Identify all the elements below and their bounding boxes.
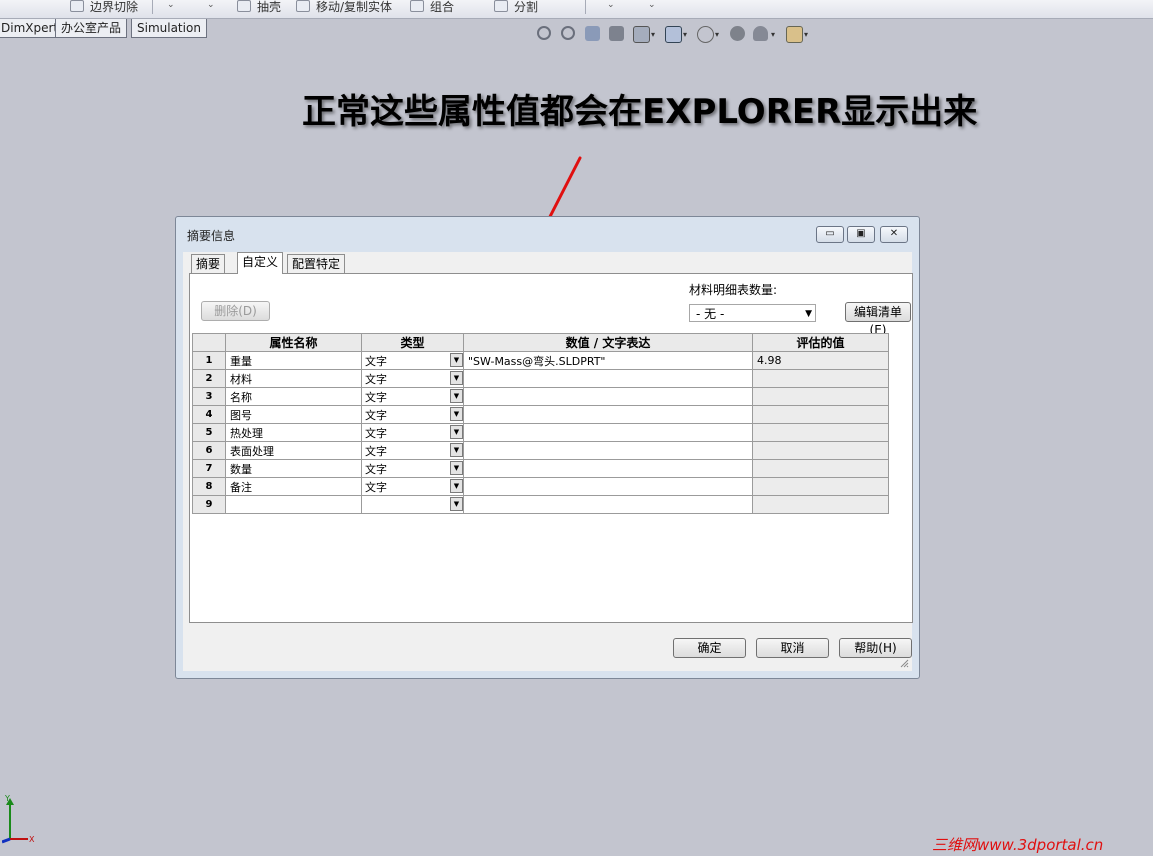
value-expression-cell[interactable] xyxy=(463,369,753,388)
coordinate-triad-icon: Y X xyxy=(2,795,35,844)
row-number[interactable]: 9 xyxy=(192,495,226,514)
property-name-cell[interactable]: 热处理 xyxy=(225,423,362,442)
dialog-title: 摘要信息 xyxy=(187,229,236,243)
table-row: 4 图号 文字 ▼ xyxy=(192,405,889,424)
property-name-cell[interactable]: 备注 xyxy=(225,477,362,496)
evaluated-value-cell xyxy=(752,495,889,514)
dropdown-arrow-icon[interactable]: ▼ xyxy=(450,461,463,475)
type-cell[interactable]: 文字 ▼ xyxy=(361,351,464,370)
value-expression-cell[interactable] xyxy=(463,405,753,424)
table-row: 8 备注 文字 ▼ xyxy=(192,477,889,496)
help-button[interactable]: 帮助(H) xyxy=(839,638,912,658)
evaluated-value-cell xyxy=(752,387,889,406)
properties-grid: 属性名称 类型 数值 / 文字表达 评估的值 1 重量 文字 ▼ "SW-Mass… xyxy=(192,333,889,514)
dialog-body: 摘要 自定义 配置特定 删除(D) 材料明细表数量: - 无 - ▼ 编辑清单(… xyxy=(183,252,913,671)
value-expression-cell[interactable] xyxy=(463,477,753,496)
value-expression-cell[interactable] xyxy=(463,495,753,514)
table-row: 1 重量 文字 ▼ "SW-Mass@弯头.SLDPRT" 4.98 xyxy=(192,351,889,370)
resize-grip-icon[interactable] xyxy=(899,658,909,668)
evaluated-value-cell xyxy=(752,369,889,388)
row-number[interactable]: 6 xyxy=(192,441,226,460)
bom-quantity-label: 材料明细表数量: xyxy=(689,283,778,297)
property-name-cell[interactable]: 名称 xyxy=(225,387,362,406)
summary-info-dialog: 摘要信息 ▭ ▣ ✕ 摘要 自定义 配置特定 删除(D) 材料明细表数量: - … xyxy=(175,216,920,679)
dropdown-arrow-icon[interactable]: ▼ xyxy=(450,389,463,403)
table-row: 9 ▼ xyxy=(192,495,889,514)
evaluated-value-cell xyxy=(752,423,889,442)
y-axis-label: Y xyxy=(4,795,10,803)
type-cell[interactable]: 文字 ▼ xyxy=(361,369,464,388)
row-number[interactable]: 5 xyxy=(192,423,226,442)
dropdown-arrow-icon[interactable]: ▼ xyxy=(450,443,463,457)
dropdown-arrow-icon[interactable]: ▼ xyxy=(450,407,463,421)
dropdown-arrow-icon[interactable]: ▼ xyxy=(450,353,463,367)
row-number[interactable]: 4 xyxy=(192,405,226,424)
property-name-cell[interactable]: 材料 xyxy=(225,369,362,388)
row-number[interactable]: 7 xyxy=(192,459,226,478)
custom-properties-panel: 删除(D) 材料明细表数量: - 无 - ▼ 编辑清单(E) 属性名称 类型 数… xyxy=(189,273,913,623)
grid-corner[interactable] xyxy=(192,333,226,352)
watermark: 三维网www.3dportal.cn xyxy=(932,836,1104,854)
evaluated-value-cell xyxy=(752,441,889,460)
type-cell[interactable]: 文字 ▼ xyxy=(361,441,464,460)
column-header-property-name[interactable]: 属性名称 xyxy=(225,333,362,352)
column-header-evaluated-value[interactable]: 评估的值 xyxy=(752,333,889,352)
row-number[interactable]: 3 xyxy=(192,387,226,406)
dropdown-arrow-icon[interactable]: ▼ xyxy=(450,479,463,493)
property-name-cell[interactable]: 表面处理 xyxy=(225,441,362,460)
type-cell[interactable]: 文字 ▼ xyxy=(361,387,464,406)
bom-quantity-select[interactable]: - 无 - ▼ xyxy=(689,304,816,322)
type-cell[interactable]: 文字 ▼ xyxy=(361,405,464,424)
evaluated-value-cell xyxy=(752,459,889,478)
evaluated-value-cell xyxy=(752,405,889,424)
dropdown-arrow-icon[interactable]: ▼ xyxy=(450,497,463,511)
type-cell[interactable]: 文字 ▼ xyxy=(361,459,464,478)
row-number[interactable]: 8 xyxy=(192,477,226,496)
column-header-type[interactable]: 类型 xyxy=(361,333,464,352)
evaluated-value-cell: 4.98 xyxy=(752,351,889,370)
property-name-cell[interactable]: 数量 xyxy=(225,459,362,478)
tab-config-specific[interactable]: 配置特定 xyxy=(287,254,346,273)
tab-custom[interactable]: 自定义 xyxy=(237,252,284,274)
row-number[interactable]: 1 xyxy=(192,351,226,370)
ok-button[interactable]: 确定 xyxy=(673,638,746,658)
value-expression-cell[interactable] xyxy=(463,387,753,406)
table-row: 6 表面处理 文字 ▼ xyxy=(192,441,889,460)
chevron-down-icon: ▼ xyxy=(805,309,812,319)
evaluated-value-cell xyxy=(752,477,889,496)
property-name-cell[interactable] xyxy=(225,495,362,514)
column-header-value-expression[interactable]: 数值 / 文字表达 xyxy=(463,333,753,352)
tab-summary[interactable]: 摘要 xyxy=(191,254,226,273)
close-button[interactable]: ✕ xyxy=(880,226,908,243)
property-name-cell[interactable]: 图号 xyxy=(225,405,362,424)
edit-list-button[interactable]: 编辑清单(E) xyxy=(845,302,911,337)
row-number[interactable]: 2 xyxy=(192,369,226,388)
type-cell[interactable]: 文字 ▼ xyxy=(361,477,464,496)
maximize-button[interactable]: ▣ xyxy=(847,226,875,243)
property-name-cell[interactable]: 重量 xyxy=(225,351,362,370)
cancel-button[interactable]: 取消 xyxy=(756,638,829,658)
table-row: 2 材料 文字 ▼ xyxy=(192,369,889,388)
value-expression-cell[interactable]: "SW-Mass@弯头.SLDPRT" xyxy=(463,351,753,370)
value-expression-cell[interactable] xyxy=(463,423,753,442)
table-row: 5 热处理 文字 ▼ xyxy=(192,423,889,442)
table-row: 3 名称 文字 ▼ xyxy=(192,387,889,406)
type-cell[interactable]: 文字 ▼ xyxy=(361,423,464,442)
value-expression-cell[interactable] xyxy=(463,441,753,460)
minimize-button[interactable]: ▭ xyxy=(816,226,844,243)
delete-button[interactable]: 删除(D) xyxy=(201,301,270,321)
dropdown-arrow-icon[interactable]: ▼ xyxy=(450,371,463,385)
bom-quantity-value: - 无 - xyxy=(696,307,725,321)
dropdown-arrow-icon[interactable]: ▼ xyxy=(450,425,463,439)
type-cell[interactable]: ▼ xyxy=(361,495,464,514)
x-axis-label: X xyxy=(29,835,35,844)
table-row: 7 数量 文字 ▼ xyxy=(192,459,889,478)
value-expression-cell[interactable] xyxy=(463,459,753,478)
